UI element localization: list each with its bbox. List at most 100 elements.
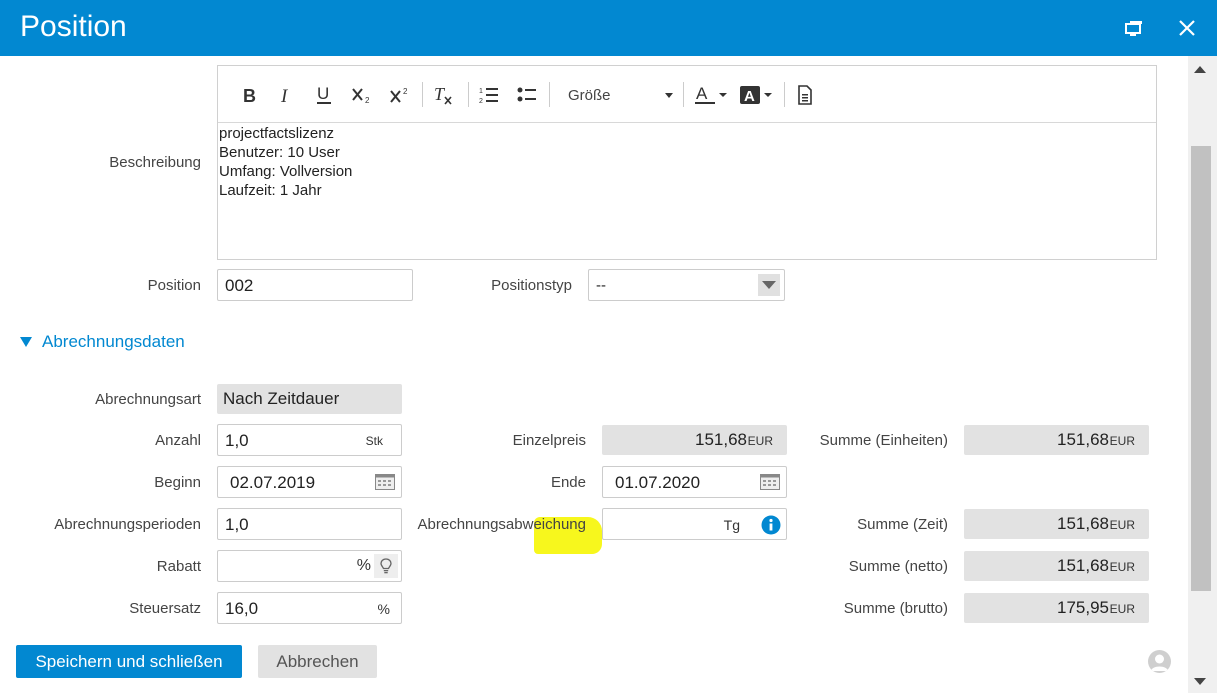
font-size-label: Größe — [568, 86, 611, 104]
text-color-button[interactable]: A — [693, 83, 729, 107]
summe-brutto-currency: EUR — [1109, 602, 1135, 616]
clear-format-button[interactable]: T — [431, 83, 455, 107]
underline-button[interactable]: U — [314, 83, 334, 107]
svg-text:1: 1 — [479, 88, 483, 95]
summe-brutto-field: 175,95 EUR — [964, 593, 1149, 623]
ende-date-input[interactable]: 01.07.2020 — [602, 466, 787, 498]
toolbar-separator — [784, 82, 785, 107]
svg-text:U: U — [317, 85, 329, 103]
rabatt-input[interactable]: % — [217, 550, 402, 582]
rabatt-unit: % — [356, 557, 371, 574]
dialog-titlebar: Position — [0, 0, 1217, 56]
section-abrechnungsdaten[interactable]: Abrechnungsdaten — [20, 332, 185, 352]
description-text[interactable]: projectfactslizenz Benutzer: 10 User Umf… — [219, 124, 352, 200]
svg-text:A: A — [696, 84, 708, 103]
calendar-icon[interactable] — [760, 474, 780, 490]
description-editor[interactable]: B I U 2 2 T 12 Größe A A projectfactsliz… — [217, 65, 1157, 260]
summe-netto-field: 151,68 EUR — [964, 551, 1149, 581]
dialog-title: Position — [20, 10, 127, 43]
einzelpreis-value: 151,68 — [695, 430, 747, 449]
beginn-date-input[interactable]: 02.07.2019 — [217, 466, 402, 498]
description-label: Beschreibung — [109, 154, 201, 171]
summe-brutto-value: 175,95 — [1057, 598, 1109, 617]
cancel-button[interactable]: Abbrechen — [258, 645, 377, 678]
steuersatz-value: 16,0 — [225, 599, 259, 618]
steuersatz-input[interactable]: 16,0 % — [217, 592, 402, 624]
collapse-triangle-icon — [20, 337, 32, 347]
scrollbar-thumb[interactable] — [1191, 146, 1211, 591]
rabatt-label: Rabatt — [156, 558, 201, 575]
abweichung-unit: Tg — [723, 517, 740, 533]
superscript-button[interactable]: 2 — [388, 83, 412, 107]
steuersatz-unit: % — [377, 601, 390, 617]
einzelpreis-currency: EUR — [747, 434, 773, 448]
anzahl-value: 1,0 — [225, 431, 249, 450]
svg-text:2: 2 — [479, 98, 483, 104]
bullet-list-button[interactable] — [516, 83, 538, 107]
dialog-footer: Speichern und schließen Abbrechen — [0, 630, 1188, 693]
positionstyp-label: Positionstyp — [491, 277, 572, 294]
ende-value: 01.07.2020 — [615, 473, 701, 492]
perioden-input[interactable]: 1,0 — [217, 508, 402, 540]
svg-text:B: B — [243, 87, 256, 104]
abrechnungsart-label: Abrechnungsart — [95, 391, 201, 408]
summe-brutto-label: Summe (brutto) — [843, 600, 948, 617]
close-icon[interactable] — [1174, 14, 1200, 42]
perioden-label: Abrechnungsperioden — [54, 516, 201, 533]
position-input[interactable]: 002 — [217, 269, 413, 301]
summe-einheiten-value: 151,68 — [1057, 430, 1109, 449]
dialog-content: Beschreibung B I U 2 2 T 12 Größe A A pr… — [0, 56, 1188, 630]
svg-text:A: A — [744, 88, 755, 105]
toolbar-separator — [468, 82, 469, 107]
toolbar-separator — [549, 82, 550, 107]
abrechnungsart-field: Nach Zeitdauer — [217, 384, 402, 414]
font-size-select[interactable]: Größe — [558, 83, 676, 107]
dropdown-arrow-icon[interactable] — [758, 274, 780, 296]
italic-button[interactable]: I — [276, 83, 296, 107]
summe-netto-currency: EUR — [1109, 560, 1135, 574]
einzelpreis-label: Einzelpreis — [512, 432, 586, 449]
restore-window-icon[interactable] — [1121, 14, 1147, 42]
description-line: projectfactslizenz — [219, 125, 335, 142]
svg-text:T: T — [434, 85, 446, 104]
summe-netto-value: 151,68 — [1057, 556, 1109, 575]
beginn-label: Beginn — [154, 474, 201, 491]
section-title: Abrechnungsdaten — [42, 332, 185, 351]
summe-zeit-label: Summe (Zeit) — [857, 516, 948, 533]
position-label: Position — [147, 277, 201, 294]
abweichung-input[interactable]: Tg — [602, 508, 787, 540]
vertical-scrollbar[interactable] — [1188, 56, 1217, 693]
background-color-button[interactable]: A — [738, 83, 774, 107]
summe-einheiten-field: 151,68 EUR — [964, 425, 1149, 455]
user-avatar-icon[interactable] — [1148, 650, 1171, 673]
summe-zeit-value: 151,68 — [1057, 514, 1109, 533]
svg-text:I: I — [280, 87, 289, 104]
lightbulb-icon[interactable] — [374, 554, 398, 578]
toolbar-separator — [422, 82, 423, 107]
subscript-button[interactable]: 2 — [350, 83, 374, 107]
info-icon[interactable] — [761, 515, 781, 535]
save-and-close-button[interactable]: Speichern und schließen — [16, 645, 242, 678]
anzahl-input[interactable]: 1,0 Stk — [217, 424, 402, 456]
svg-text:2: 2 — [365, 96, 370, 104]
summe-zeit-field: 151,68 EUR — [964, 509, 1149, 539]
beginn-value: 02.07.2019 — [230, 473, 316, 492]
summe-einheiten-currency: EUR — [1109, 434, 1135, 448]
positionstyp-select[interactable]: -- — [588, 269, 785, 301]
summe-netto-label: Summe (netto) — [848, 558, 948, 575]
summe-zeit-currency: EUR — [1109, 518, 1135, 532]
calendar-icon[interactable] — [375, 474, 395, 490]
description-line: Umfang: Vollversion — [219, 163, 353, 180]
description-line: Laufzeit: 1 Jahr — [219, 182, 322, 199]
scroll-up-arrow-icon[interactable] — [1194, 66, 1206, 73]
editor-toolbar: B I U 2 2 T 12 Größe A A — [218, 66, 1156, 123]
bold-button[interactable]: B — [240, 83, 260, 107]
ordered-list-button[interactable]: 12 — [478, 83, 500, 107]
abrechnungsart-value: Nach Zeitdauer — [223, 389, 340, 408]
ende-label: Ende — [550, 474, 586, 491]
source-document-button[interactable] — [794, 83, 816, 107]
steuersatz-label: Steuersatz — [129, 600, 201, 617]
abweichung-label: Abrechnungsabweichung — [417, 516, 586, 533]
scroll-down-arrow-icon[interactable] — [1194, 678, 1206, 685]
position-value: 002 — [225, 276, 254, 295]
